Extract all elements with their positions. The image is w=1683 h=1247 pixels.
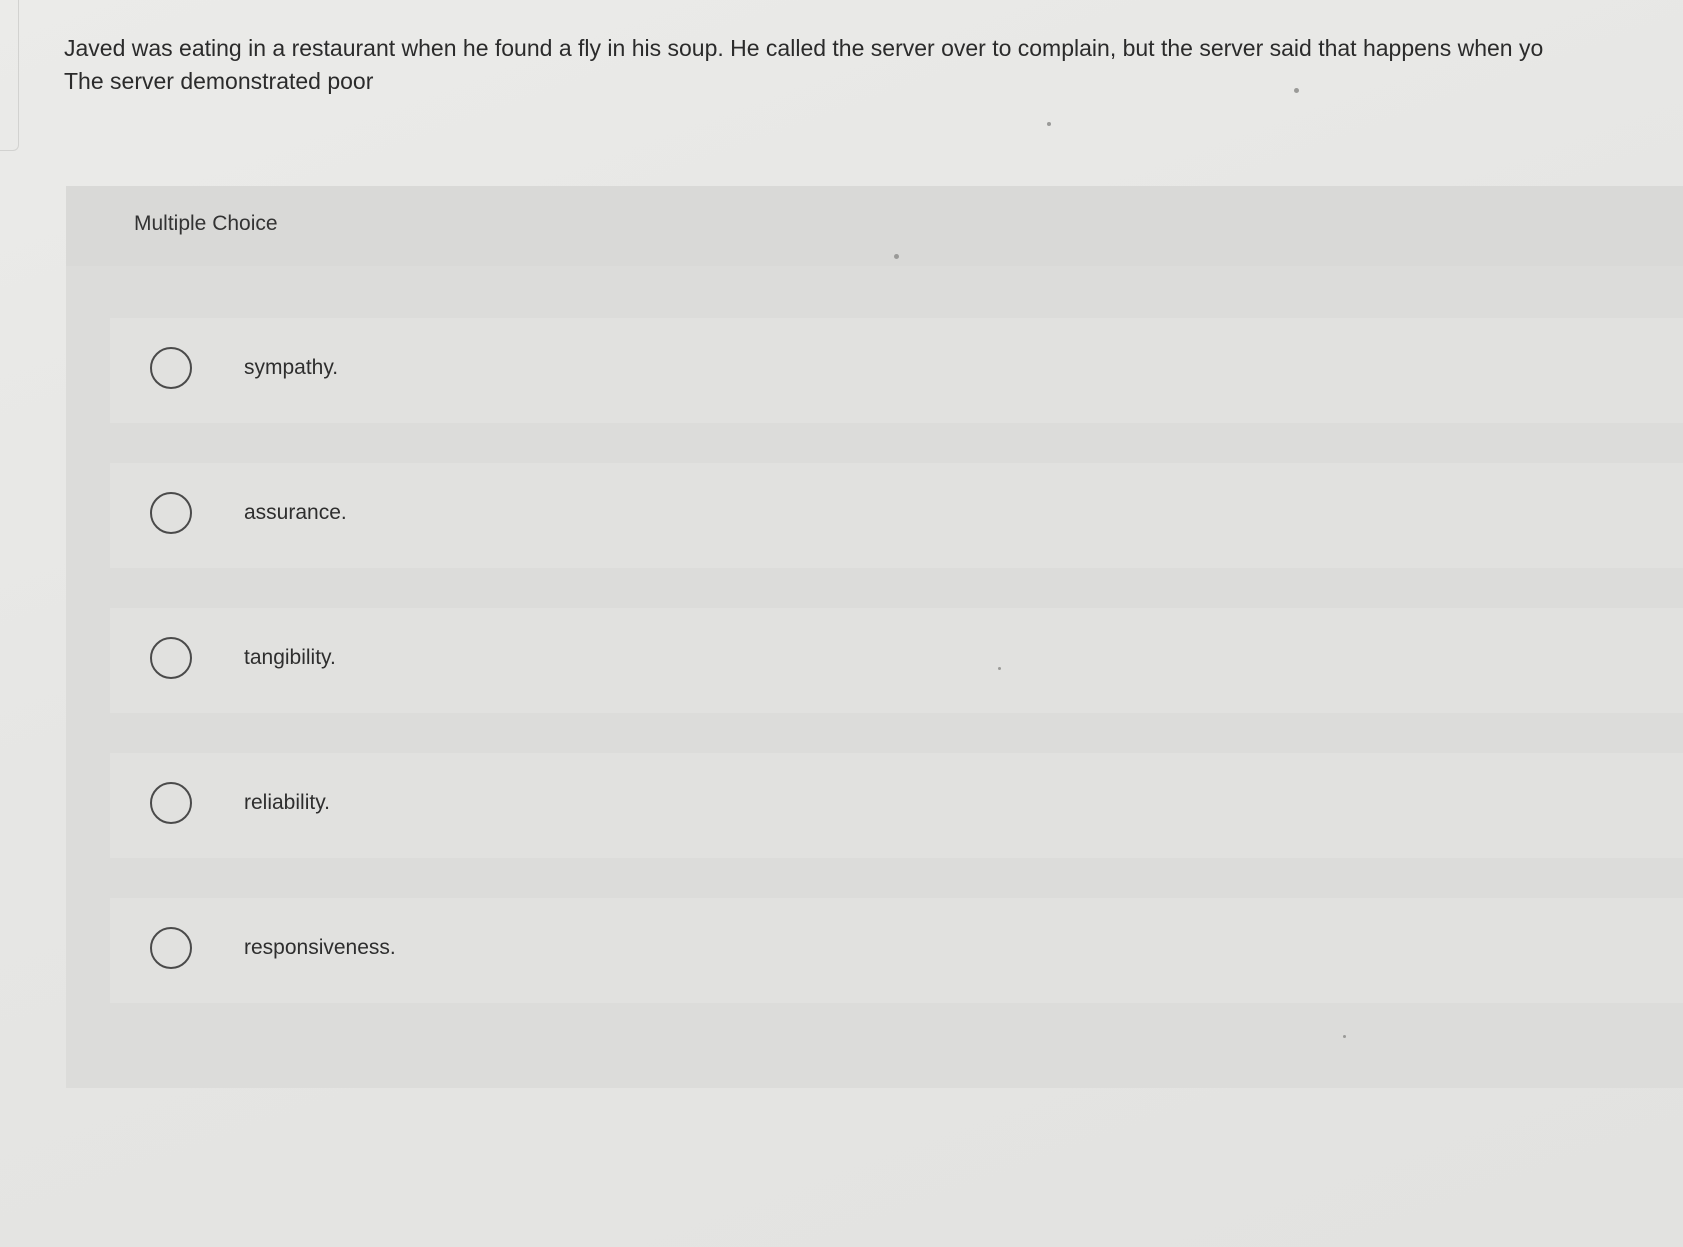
panel-title: Multiple Choice	[134, 212, 278, 235]
choice-list: sympathy. assurance. tangibility. reliab…	[110, 318, 1683, 1043]
screen-speck	[1294, 88, 1299, 93]
choice-option-responsiveness[interactable]: responsiveness.	[110, 898, 1683, 1003]
choice-label: reliability.	[244, 791, 330, 814]
multiple-choice-panel: Multiple Choice sympathy. assurance. tan…	[66, 186, 1683, 1088]
radio-button[interactable]	[150, 637, 192, 679]
choice-label: responsiveness.	[244, 936, 396, 959]
choice-label: tangibility.	[244, 646, 336, 669]
screen-speck	[998, 667, 1001, 670]
radio-button[interactable]	[150, 782, 192, 824]
choice-option-sympathy[interactable]: sympathy.	[110, 318, 1683, 423]
radio-button[interactable]	[150, 347, 192, 389]
panel-header: Multiple Choice	[66, 186, 1683, 266]
choice-option-tangibility[interactable]: tangibility.	[110, 608, 1683, 713]
screen-speck	[1047, 122, 1051, 126]
choice-option-assurance[interactable]: assurance.	[110, 463, 1683, 568]
radio-button[interactable]	[150, 927, 192, 969]
choice-option-reliability[interactable]: reliability.	[110, 753, 1683, 858]
screen-speck	[894, 254, 899, 259]
question-line-1: Javed was eating in a restaurant when he…	[64, 35, 1544, 61]
question-text: Javed was eating in a restaurant when he…	[64, 32, 1683, 102]
window-edge	[0, 0, 19, 151]
screen-speck	[1343, 1035, 1346, 1038]
question-line-2: The server demonstrated poor	[64, 68, 374, 94]
choice-label: sympathy.	[244, 356, 339, 379]
radio-button[interactable]	[150, 492, 192, 534]
choice-label: assurance.	[244, 501, 347, 524]
